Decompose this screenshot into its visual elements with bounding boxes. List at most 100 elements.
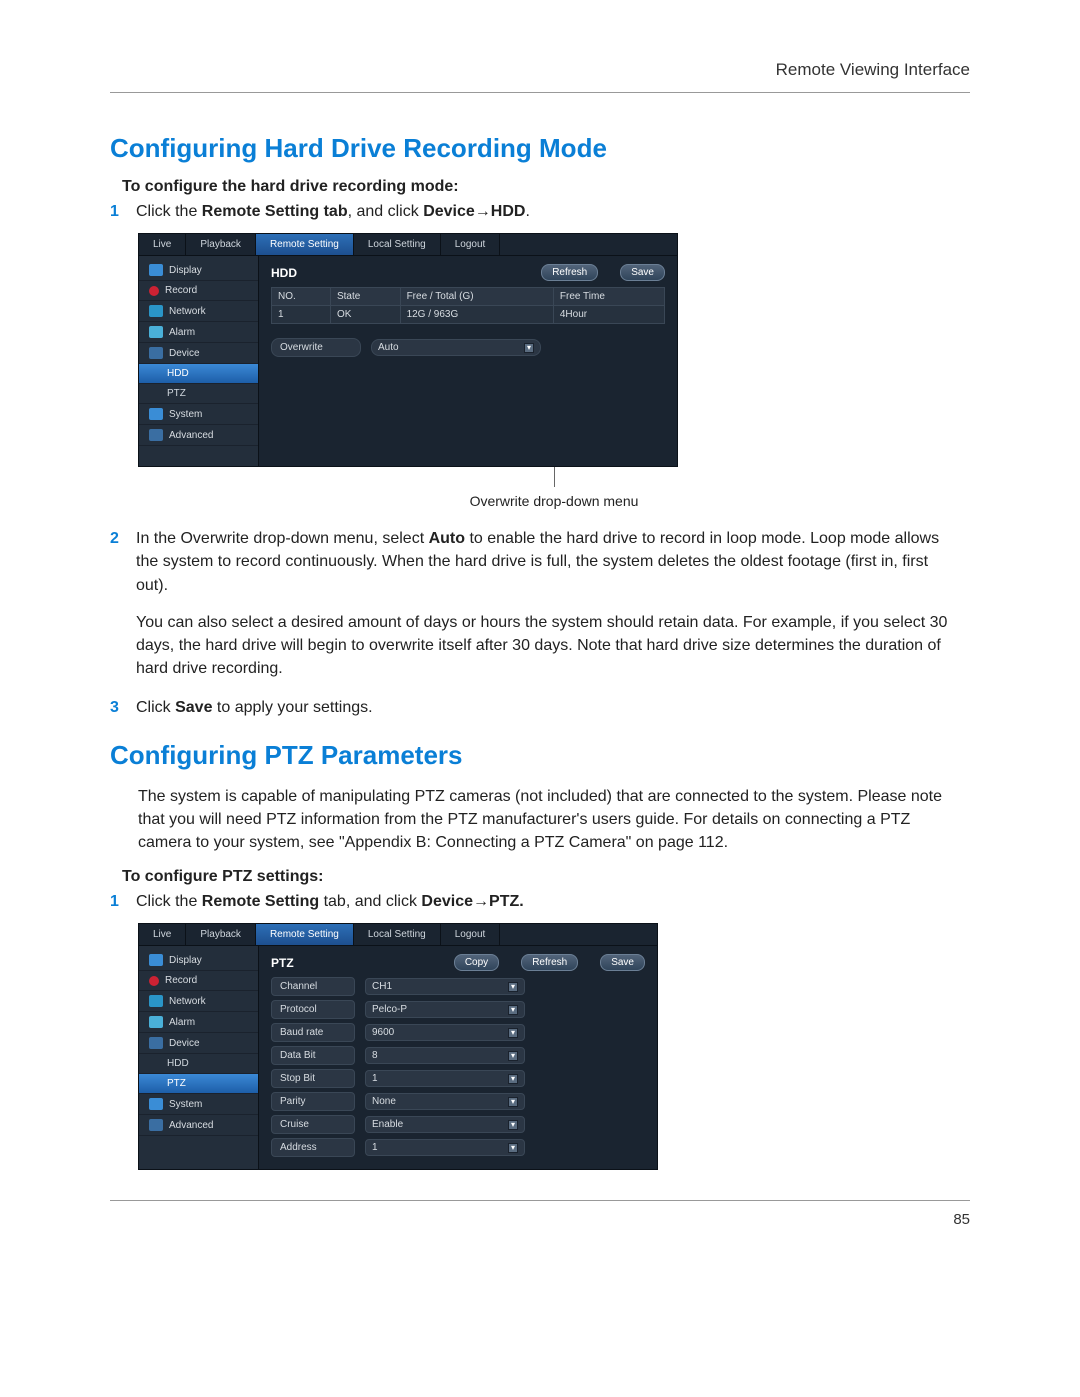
heading-hdd: Configuring Hard Drive Recording Mode — [110, 133, 970, 164]
chevron-down-icon: ▾ — [508, 1143, 518, 1153]
step-text: Click the Remote Setting tab, and click … — [136, 200, 950, 223]
step-text: In the Overwrite drop-down menu, select … — [136, 527, 950, 694]
device-icon — [149, 1037, 163, 1049]
advanced-icon — [149, 1119, 163, 1131]
ptz-field-label: Parity — [271, 1092, 355, 1111]
network-icon — [149, 305, 163, 317]
tab-remote-setting[interactable]: Remote Setting — [256, 234, 354, 255]
copy-button[interactable]: Copy — [454, 954, 499, 971]
alarm-icon — [149, 326, 163, 338]
ptz-field-select[interactable]: CH1▾ — [365, 978, 525, 995]
ptz-field-select[interactable]: 8▾ — [365, 1047, 525, 1064]
chevron-down-icon: ▾ — [524, 343, 534, 353]
refresh-button[interactable]: Refresh — [521, 954, 578, 971]
col-no: NO. — [272, 288, 331, 306]
step-text: Click the Remote Setting tab, and click … — [136, 890, 950, 913]
tab-logout[interactable]: Logout — [441, 234, 501, 255]
tab-logout[interactable]: Logout — [441, 924, 501, 945]
sidebar-item-record[interactable]: Record — [139, 281, 258, 301]
page-header-section: Remote Viewing Interface — [110, 60, 970, 80]
table-row: 1 OK 12G / 963G 4Hour — [272, 306, 665, 324]
step-number: 1 — [110, 200, 136, 223]
sidebar-item-alarm[interactable]: Alarm — [139, 322, 258, 343]
system-icon — [149, 408, 163, 420]
tab-live[interactable]: Live — [139, 234, 186, 255]
ptz-field-select[interactable]: None▾ — [365, 1093, 525, 1110]
subheading-ptz: To configure PTZ settings: — [122, 868, 970, 886]
sidebar-item-record[interactable]: Record — [139, 971, 258, 991]
sidebar-item-hdd[interactable]: HDD — [139, 364, 258, 384]
sidebar-item-device[interactable]: Device — [139, 343, 258, 364]
save-button[interactable]: Save — [620, 264, 665, 281]
tab-remote-setting[interactable]: Remote Setting — [256, 924, 354, 945]
col-state: State — [330, 288, 400, 306]
ptz-field-label: Cruise — [271, 1115, 355, 1134]
sidebar-item-network[interactable]: Network — [139, 991, 258, 1012]
panel-title-hdd: HDD — [271, 266, 297, 280]
chevron-down-icon: ▾ — [508, 1097, 518, 1107]
overwrite-label: Overwrite — [271, 338, 361, 357]
refresh-button[interactable]: Refresh — [541, 264, 598, 281]
ptz-field-label: Stop Bit — [271, 1069, 355, 1088]
ptz-field-label: Address — [271, 1138, 355, 1157]
ptz-field-select[interactable]: Enable▾ — [365, 1116, 525, 1133]
figure-hdd-screenshot: Live Playback Remote Setting Local Setti… — [138, 233, 970, 509]
network-icon — [149, 995, 163, 1007]
tab-local-setting[interactable]: Local Setting — [354, 924, 441, 945]
sidebar-item-device[interactable]: Device — [139, 1033, 258, 1054]
advanced-icon — [149, 429, 163, 441]
ptz-field-select[interactable]: Pelco-P▾ — [365, 1001, 525, 1018]
device-icon — [149, 347, 163, 359]
ptz-field-select[interactable]: 1▾ — [365, 1070, 525, 1087]
tab-playback[interactable]: Playback — [186, 234, 256, 255]
panel-title-ptz: PTZ — [271, 956, 294, 970]
sidebar-item-display[interactable]: Display — [139, 260, 258, 281]
alarm-icon — [149, 1016, 163, 1028]
chevron-down-icon: ▾ — [508, 1051, 518, 1061]
sidebar-item-ptz[interactable]: PTZ — [139, 1074, 258, 1094]
sidebar-item-system[interactable]: System — [139, 404, 258, 425]
page-number: 85 — [110, 1211, 970, 1228]
subheading-hdd: To configure the hard drive recording mo… — [122, 178, 970, 196]
save-button[interactable]: Save — [600, 954, 645, 971]
col-time: Free Time — [553, 288, 664, 306]
ptz-field-label: Data Bit — [271, 1046, 355, 1065]
step-text: Click Save to apply your settings. — [136, 696, 950, 719]
step-number: 1 — [110, 890, 136, 913]
ptz-field-label: Channel — [271, 977, 355, 996]
display-icon — [149, 264, 163, 276]
sidebar-item-ptz[interactable]: PTZ — [139, 384, 258, 404]
sidebar-item-advanced[interactable]: Advanced — [139, 1115, 258, 1136]
system-icon — [149, 1098, 163, 1110]
ptz-field-select[interactable]: 1▾ — [365, 1139, 525, 1156]
overwrite-dropdown[interactable]: Auto ▾ — [371, 339, 541, 356]
ptz-field-label: Protocol — [271, 1000, 355, 1019]
chevron-down-icon: ▾ — [508, 982, 518, 992]
sidebar-item-advanced[interactable]: Advanced — [139, 425, 258, 446]
figure-ptz-screenshot: Live Playback Remote Setting Local Setti… — [138, 923, 970, 1170]
tab-local-setting[interactable]: Local Setting — [354, 234, 441, 255]
sidebar-item-system[interactable]: System — [139, 1094, 258, 1115]
footer-rule — [110, 1200, 970, 1201]
tab-live[interactable]: Live — [139, 924, 186, 945]
ptz-intro: The system is capable of manipulating PT… — [138, 785, 950, 855]
ptz-field-label: Baud rate — [271, 1023, 355, 1042]
sidebar-item-network[interactable]: Network — [139, 301, 258, 322]
sidebar-item-hdd[interactable]: HDD — [139, 1054, 258, 1074]
hdd-table: NO. State Free / Total (G) Free Time 1 O… — [271, 287, 665, 324]
record-icon — [149, 976, 159, 986]
chevron-down-icon: ▾ — [508, 1074, 518, 1084]
sidebar-item-display[interactable]: Display — [139, 950, 258, 971]
header-rule — [110, 92, 970, 93]
col-free: Free / Total (G) — [400, 288, 553, 306]
step-number: 2 — [110, 527, 136, 694]
figure-caption: Overwrite drop-down menu — [138, 493, 970, 509]
tab-playback[interactable]: Playback — [186, 924, 256, 945]
display-icon — [149, 954, 163, 966]
chevron-down-icon: ▾ — [508, 1028, 518, 1038]
sidebar-item-alarm[interactable]: Alarm — [139, 1012, 258, 1033]
chevron-down-icon: ▾ — [508, 1120, 518, 1130]
ptz-field-select[interactable]: 9600▾ — [365, 1024, 525, 1041]
step-number: 3 — [110, 696, 136, 719]
chevron-down-icon: ▾ — [508, 1005, 518, 1015]
